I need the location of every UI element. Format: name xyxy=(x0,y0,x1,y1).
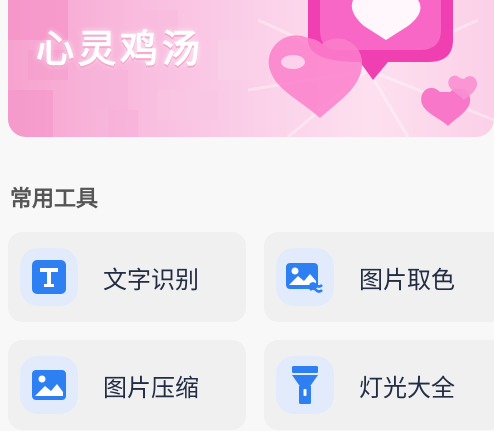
image-compress-icon xyxy=(32,370,66,400)
tool-icon-box xyxy=(20,356,78,414)
text-recognition-icon xyxy=(32,260,66,294)
tool-label: 图片压缩 xyxy=(103,374,199,402)
section-title: 常用工具 xyxy=(10,187,99,212)
tool-icon-box xyxy=(276,356,334,414)
tool-card-image-color-picker[interactable]: 图片取色 xyxy=(264,232,494,322)
tool-icon-box xyxy=(276,248,334,306)
flashlight-icon xyxy=(292,366,318,404)
heart-art-small xyxy=(421,75,478,126)
tool-label: 图片取色 xyxy=(359,266,455,294)
tool-label: 灯光大全 xyxy=(359,374,455,402)
tool-icon-box xyxy=(20,248,78,306)
tool-card-image-compress[interactable]: 图片压缩 xyxy=(8,340,246,430)
image-color-picker-icon xyxy=(286,263,323,293)
banner[interactable]: 心灵鸡汤 xyxy=(8,0,494,137)
banner-title: 心灵鸡汤 xyxy=(36,27,205,71)
tool-label: 文字识别 xyxy=(103,266,199,294)
tool-card-flashlight[interactable]: 灯光大全 xyxy=(264,340,494,430)
heart-art-large xyxy=(268,35,363,119)
tool-card-text-recognition[interactable]: 文字识别 xyxy=(8,232,246,322)
